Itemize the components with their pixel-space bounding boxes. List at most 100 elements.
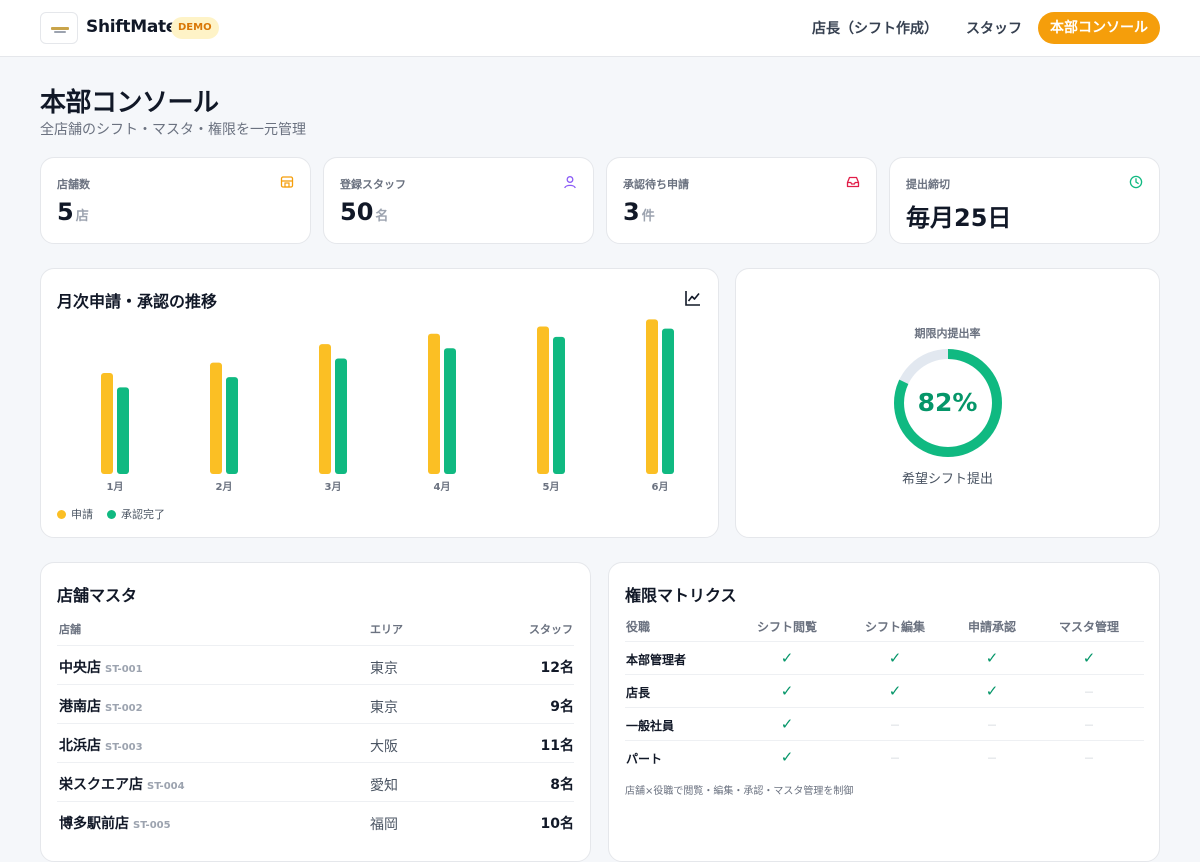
col-header-store: 店舗 <box>59 623 81 636</box>
store-row[interactable]: 北浜店 ST-003 大阪 11名 <box>57 723 574 762</box>
x-tick-label: 6月 <box>652 481 669 493</box>
check-icon: ✓ <box>888 649 902 667</box>
bar-approved-3[interactable] <box>335 358 347 475</box>
store-code: ST-003 <box>105 742 143 753</box>
store-row[interactable]: 栄スクエア店 ST-004 愛知 8名 <box>57 762 574 801</box>
dash-icon: － <box>1083 686 1095 699</box>
page-title: 本部コンソール <box>40 88 219 118</box>
x-tick-label: 1月 <box>107 481 124 493</box>
check-icon: ✓ <box>985 682 999 700</box>
kpi-label: 提出締切 <box>906 178 950 191</box>
check-icon: ✓ <box>780 748 794 766</box>
store-staff-count: 10名 <box>540 816 574 832</box>
dash-icon: － <box>1083 719 1095 732</box>
permission-row: パート ✓ － － － <box>625 740 1144 773</box>
kpi-label: 店舗数 <box>57 178 90 191</box>
app-logo[interactable] <box>40 12 78 44</box>
chart-legend: 申請 承認完了 <box>57 506 165 522</box>
store-area: 東京 <box>370 661 398 677</box>
permission-note: 店舗×役職で閲覧・編集・承認・マスタ管理を制御 <box>625 786 854 797</box>
gauge-value: 82% <box>917 388 978 417</box>
top-navbar: ShiftMate DEMO 店長（シフト作成） スタッフ 本部コンソール <box>0 0 1200 57</box>
store-area: 東京 <box>370 700 398 716</box>
store-area: 大阪 <box>370 739 398 755</box>
pm-header-approve: 申請承認 <box>968 620 1017 634</box>
bar-approved-5[interactable] <box>553 336 565 474</box>
col-header-staff: スタッフ <box>529 623 573 636</box>
store-name: 博多駅前店 ST-005 <box>59 816 171 832</box>
check-icon: ✓ <box>780 682 794 700</box>
nav-hq-console[interactable]: 本部コンソール <box>1038 12 1160 44</box>
bar-approved-6[interactable] <box>662 328 674 474</box>
store-code: ST-004 <box>147 781 185 792</box>
page-subtitle: 全店舗のシフト・マスタ・権限を一元管理 <box>40 122 306 138</box>
store-area: 福岡 <box>370 817 398 833</box>
bar-approved-1[interactable] <box>117 387 129 474</box>
bar-chart: 1月 2月 3月 4月 5月 6月 <box>101 319 674 493</box>
nav-staff[interactable]: スタッフ <box>966 18 1022 38</box>
kpi-card-stores: 店舗数 5店 <box>40 157 311 244</box>
store-master-title: 店舗マスタ <box>57 586 138 605</box>
role-name: パート <box>626 752 663 766</box>
dash-icon: － <box>889 719 901 732</box>
dash-icon: － <box>986 752 998 765</box>
bar-apply-4[interactable] <box>428 333 440 474</box>
user-icon <box>564 176 576 189</box>
store-name: 中央店 ST-001 <box>59 660 143 676</box>
permission-matrix-title: 権限マトリクス <box>625 586 737 605</box>
store-row[interactable]: 博多駅前店 ST-005 福岡 10名 <box>57 801 574 840</box>
bar-apply-3[interactable] <box>319 344 331 474</box>
inbox-icon <box>846 176 860 188</box>
store-staff-count: 12名 <box>540 660 574 676</box>
store-icon <box>280 176 294 188</box>
store-row[interactable]: 中央店 ST-001 東京 12名 <box>57 645 574 684</box>
store-staff-count: 11名 <box>540 738 574 754</box>
x-tick-label: 4月 <box>434 481 451 493</box>
store-code: ST-001 <box>105 664 143 675</box>
col-header-area: エリア <box>370 623 403 636</box>
nav-manager[interactable]: 店長（シフト作成） <box>812 18 938 38</box>
check-icon: ✓ <box>780 715 794 733</box>
kpi-card-staff: 登録スタッフ 50 名 <box>323 157 594 244</box>
gauge-caption: 希望シフト提出 <box>901 472 993 487</box>
store-row[interactable]: 港南店 ST-002 東京 9名 <box>57 684 574 723</box>
store-master-panel: 店舗マスタ 店舗 エリア スタッフ 中央店 ST-001 東京 12名港南店 ST-00… <box>40 562 591 862</box>
check-icon: ✓ <box>985 649 999 667</box>
x-tick-label: 3月 <box>325 481 342 493</box>
pm-header-master: マスタ管理 <box>1059 620 1120 634</box>
kpi-value: 3件 <box>623 198 655 226</box>
bar-approved-4[interactable] <box>444 348 456 474</box>
pm-header-role: 役職 <box>626 620 651 634</box>
pm-header-view: シフト閲覧 <box>757 620 818 634</box>
store-code: ST-005 <box>133 820 171 831</box>
kpi-label: 承認待ち申請 <box>623 178 689 191</box>
submission-rate-panel: 期限内提出率 82% 希望シフト提出 <box>735 268 1160 538</box>
kpi-card-deadline: 提出締切 毎月25日 <box>889 157 1160 244</box>
dash-icon: － <box>1083 752 1095 765</box>
kpi-value: 5店 <box>57 198 89 226</box>
bar-apply-2[interactable] <box>210 362 222 474</box>
permission-row: 店長 ✓ ✓ ✓ － <box>625 674 1144 707</box>
check-icon: ✓ <box>780 649 794 667</box>
bar-apply-6[interactable] <box>646 319 658 474</box>
bar-approved-2[interactable] <box>226 377 238 474</box>
permission-matrix-panel: 権限マトリクス 役職 シフト閲覧 シフト編集 申請承認 マスタ管理 本部管理者 ✓… <box>608 562 1160 862</box>
role-name: 本部管理者 <box>626 653 687 667</box>
bar-apply-5[interactable] <box>537 326 549 474</box>
monthly-chart-panel: 月次申請・承認の推移 1月 2月 3月 4月 5月 6月 申請 承認完了 <box>40 268 719 538</box>
legend-item-apply: 申請 <box>57 506 93 522</box>
store-staff-count: 8名 <box>550 777 574 793</box>
store-name: 栄スクエア店 ST-004 <box>59 777 185 793</box>
kpi-value: 毎月25日 <box>906 204 1012 232</box>
store-name: 北浜店 ST-003 <box>59 738 143 754</box>
kpi-value: 50 名 <box>340 198 389 226</box>
app-name[interactable]: ShiftMate <box>86 17 177 37</box>
permission-row: 一般社員 ✓ － － － <box>625 707 1144 740</box>
role-name: 店長 <box>626 686 651 700</box>
legend-item-approved: 承認完了 <box>107 506 165 522</box>
bar-apply-1[interactable] <box>101 372 113 474</box>
check-icon: ✓ <box>1082 649 1096 667</box>
permission-row: 本部管理者 ✓ ✓ ✓ ✓ <box>625 641 1144 674</box>
demo-badge: DEMO <box>171 17 219 39</box>
gauge-label: 期限内提出率 <box>914 327 981 340</box>
